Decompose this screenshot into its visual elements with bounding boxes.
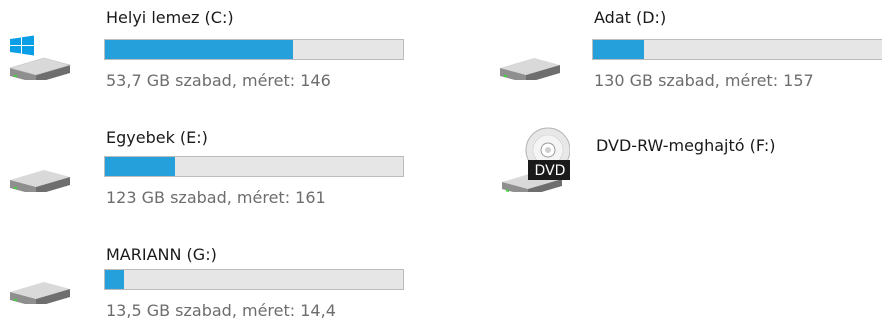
usage-bar [592,39,882,60]
space-info: 53,7 GB szabad, méret: 146 [106,71,331,90]
drive-item-c[interactable]: Helyi lemez (C:) 53,7 GB szabad, méret: … [0,0,420,100]
drive-label: Adat (D:) [594,8,667,27]
usage-bar [104,156,404,177]
space-info: 123 GB szabad, méret: 161 [106,188,326,207]
drive-item-g[interactable]: MARIANN (G:) 13,5 GB szabad, méret: 14,4 [0,224,420,324]
drive-item-f[interactable]: DVD DVD-RW-meghajtó (F:) [490,112,882,212]
hard-drive-icon [500,58,560,80]
drive-item-e[interactable]: Egyebek (E:) 123 GB szabad, méret: 161 [0,112,420,212]
drives-view: Helyi lemez (C:) 53,7 GB szabad, méret: … [0,0,882,326]
usage-bar-fill [105,157,176,176]
dvd-drive-icon: DVD [502,127,570,192]
space-info: 130 GB szabad, méret: 157 [594,71,814,90]
drive-label: Helyi lemez (C:) [106,8,234,27]
windows-drive-icon [8,35,72,80]
space-info: 13,5 GB szabad, méret: 14,4 [106,301,336,320]
usage-bar-fill [105,40,294,59]
drive-label: MARIANN (G:) [106,245,217,264]
dvd-badge-text: DVD [535,163,566,179]
usage-bar-fill [593,40,645,59]
usage-bar-fill [105,270,124,289]
drive-item-d[interactable]: Adat (D:) 130 GB szabad, méret: 157 [490,0,882,100]
drive-label: Egyebek (E:) [106,128,208,147]
drive-label: DVD-RW-meghajtó (F:) [596,136,776,155]
hard-drive-icon [10,282,70,304]
hard-drive-icon [10,170,70,192]
usage-bar [104,269,404,290]
usage-bar [104,39,404,60]
